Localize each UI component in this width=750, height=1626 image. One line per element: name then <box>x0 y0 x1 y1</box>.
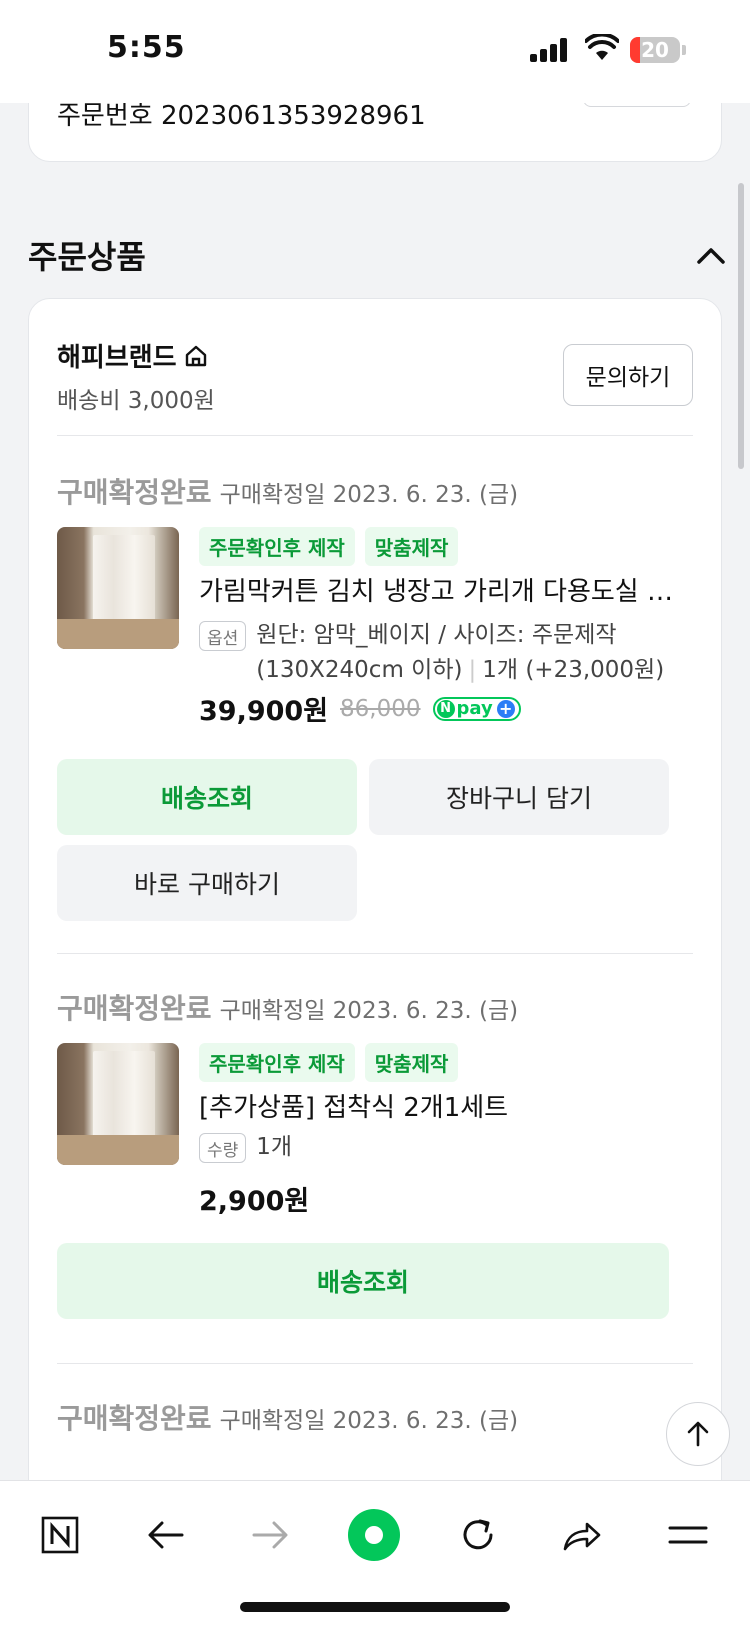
option-row: 수량 1개 <box>199 1133 679 1165</box>
scroll-to-top-button[interactable] <box>666 1402 730 1466</box>
status-bar: 5:55 20 <box>0 0 750 103</box>
menu-button[interactable] <box>658 1505 718 1565</box>
forward-arrow-icon <box>252 1521 288 1549</box>
naver-n-icon: N <box>436 699 455 718</box>
price: 39,900원 <box>199 696 329 727</box>
add-to-cart-button[interactable]: 장바구니 담기 <box>369 759 669 835</box>
status-time: 5:55 <box>107 30 186 65</box>
npay-plus-badge: N pay + <box>432 696 521 721</box>
option-tag: 옵션 <box>199 621 247 651</box>
divider <box>57 953 693 954</box>
product-thumbnail[interactable] <box>57 1043 179 1165</box>
divider <box>57 435 693 436</box>
seller-name-label: 해피브랜드 <box>57 343 177 373</box>
option-text: 원단: 암막_베이지 / 사이즈: 주문제작 (130X240cm 이하) | 1개… <box>256 622 665 683</box>
npay-label: pay <box>456 698 493 719</box>
badge-custom-made: 맞춤제작 <box>364 527 459 566</box>
product-thumbnail[interactable] <box>57 527 179 649</box>
confirm-date: 구매확정일 2023. 6. 23. (금) <box>219 998 519 1024</box>
wifi-icon <box>585 34 619 60</box>
item-status-row: 구매확정완료 구매확정일 2023. 6. 23. (금) <box>57 987 518 1027</box>
share-button[interactable] <box>552 1505 612 1565</box>
track-delivery-button[interactable]: 배송조회 <box>57 1243 669 1319</box>
item-status-row: 구매확정완료 구매확정일 2023. 6. 23. (금) <box>57 471 518 511</box>
original-price: 86,000 <box>340 695 421 722</box>
divider <box>57 1363 693 1364</box>
green-dot-icon <box>348 1509 400 1561</box>
buy-now-button[interactable]: 바로 구매하기 <box>57 845 357 921</box>
quantity-value: 1개 <box>256 1134 293 1160</box>
badge-group: 주문확인후 제작 맞춤제작 <box>199 1043 459 1082</box>
product-title[interactable]: [추가상품] 접착식 2개1세트 <box>199 1087 679 1124</box>
order-item: 구매확정완료 구매확정일 2023. 6. 23. (금) <box>57 1397 693 1457</box>
refresh-button[interactable] <box>448 1505 508 1565</box>
back-arrow-icon <box>148 1521 184 1549</box>
battery-cap <box>682 45 686 55</box>
badge-group: 주문확인후 제작 맞춤제작 <box>199 527 459 566</box>
plus-icon: + <box>496 699 515 718</box>
store-home-icon <box>185 345 206 366</box>
price-row: 2,900원 <box>199 1179 309 1218</box>
option-row: 옵션 원단: 암막_베이지 / 사이즈: 주문제작 (130X240cm 이하)… <box>199 621 679 688</box>
arrow-up-icon <box>687 1421 709 1447</box>
share-icon <box>563 1522 601 1551</box>
purchase-status: 구매확정완료 <box>57 992 212 1025</box>
forward-button[interactable] <box>240 1505 300 1565</box>
shipping-fee: 배송비 3,000원 <box>57 388 215 414</box>
track-delivery-button[interactable]: 배송조회 <box>57 759 357 835</box>
badge-made-after-order: 주문확인후 제작 <box>199 527 355 566</box>
refresh-icon <box>463 1519 493 1550</box>
menu-icon <box>668 1526 708 1544</box>
section-title: 주문상품 <box>28 238 146 276</box>
quantity-tag: 수량 <box>199 1133 247 1163</box>
confirm-date: 구매확정일 2023. 6. 23. (금) <box>219 1408 519 1434</box>
quantity: 1개 (+23,000원) <box>482 657 665 683</box>
naver-home-button[interactable] <box>30 1505 90 1565</box>
purchase-status: 구매확정완료 <box>57 1402 212 1435</box>
order-items-card: 해피브랜드 배송비 3,000원 문의하기 구매확정완료구매확정일 2023. … <box>28 298 722 1626</box>
scrollbar-thumb[interactable] <box>738 183 744 469</box>
battery-level: 20 <box>641 38 669 62</box>
back-button[interactable] <box>136 1505 196 1565</box>
item-status-row: 구매확정완료 구매확정일 2023. 6. 23. (금) <box>57 1397 518 1437</box>
green-dot-button[interactable] <box>344 1505 404 1565</box>
price-row: 39,900원 86,000 N pay + <box>199 689 521 728</box>
inquiry-button[interactable]: 문의하기 <box>563 344 693 406</box>
home-indicator <box>240 1602 510 1612</box>
chevron-up-icon[interactable] <box>694 240 728 270</box>
battery-icon: 20 <box>630 37 680 63</box>
purchase-status: 구매확정완료 <box>57 476 212 509</box>
order-item: 구매확정완료 구매확정일 2023. 6. 23. (금) 주문확인후 제작 맞춤… <box>57 987 693 1247</box>
product-title[interactable]: 가림막커튼 김치 냉장고 가리개 다용도실 베란다 커튼 <box>199 571 679 608</box>
badge-custom-made: 맞춤제작 <box>364 1043 459 1082</box>
price: 2,900원 <box>199 1186 310 1217</box>
cellular-signal-icon <box>530 38 572 62</box>
badge-made-after-order: 주문확인후 제작 <box>199 1043 355 1082</box>
naver-home-icon <box>41 1516 79 1554</box>
confirm-date: 구매확정일 2023. 6. 23. (금) <box>219 482 519 508</box>
seller-name[interactable]: 해피브랜드 <box>57 337 209 374</box>
